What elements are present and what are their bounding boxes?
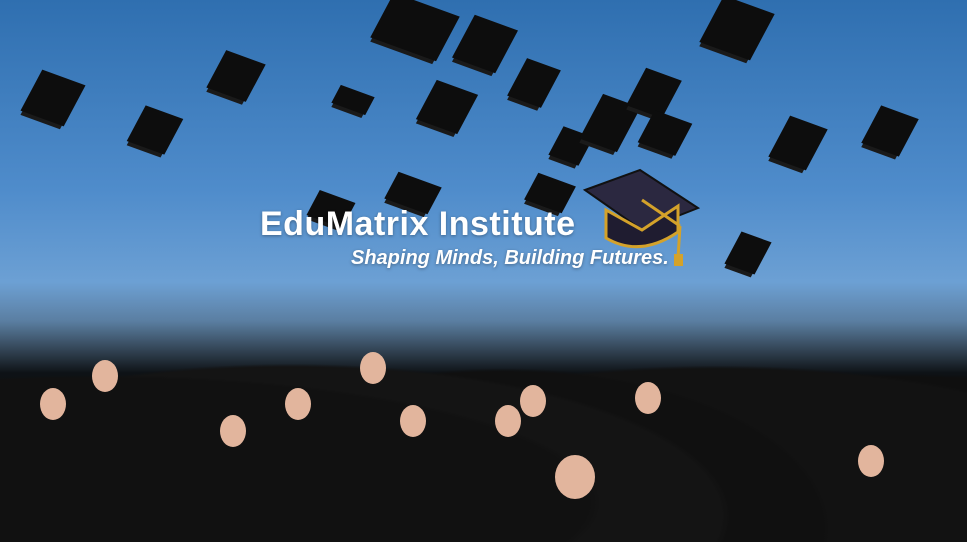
- graduate-face: [635, 382, 661, 414]
- flying-cap-icon: [768, 115, 828, 171]
- graduate-face: [555, 455, 595, 499]
- hero-banner: EduMatrix Institute Shaping Minds, Build…: [0, 0, 967, 542]
- flying-cap-icon: [699, 0, 775, 61]
- flying-cap-icon: [724, 231, 772, 275]
- graduate-face: [285, 388, 311, 420]
- flying-cap-icon: [331, 84, 375, 116]
- graduate-face: [495, 405, 521, 437]
- graduate-face: [400, 405, 426, 437]
- flying-cap-icon: [637, 110, 693, 156]
- flying-cap-icon: [452, 14, 518, 74]
- graduate-face: [360, 352, 386, 384]
- graduates-crowd: [0, 282, 967, 542]
- graduate-face: [220, 415, 246, 447]
- flying-cap-icon: [370, 0, 460, 62]
- graduate-face: [520, 385, 546, 417]
- flying-cap-icon: [861, 105, 919, 157]
- institute-title: EduMatrix Institute: [260, 205, 576, 243]
- flying-cap-icon: [126, 105, 184, 155]
- flying-cap-icon: [206, 50, 266, 102]
- graduate-face: [858, 445, 884, 477]
- flying-cap-icon: [20, 69, 86, 127]
- institute-tagline: Shaping Minds, Building Futures.: [351, 247, 669, 269]
- flying-cap-icon: [507, 58, 561, 108]
- flying-cap-icon: [415, 79, 479, 135]
- graduate-face: [40, 388, 66, 420]
- graduate-face: [92, 360, 118, 392]
